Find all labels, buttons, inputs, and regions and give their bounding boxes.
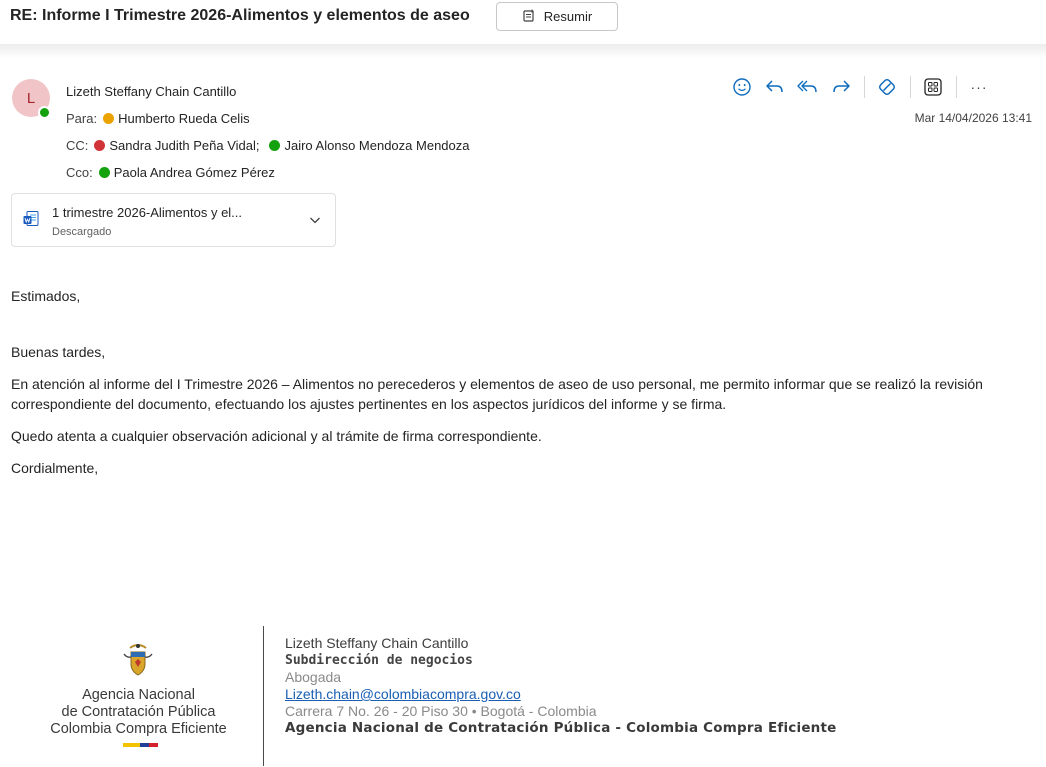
more-icon[interactable]: ··· bbox=[966, 74, 992, 100]
bcc-label: Cco: bbox=[66, 165, 93, 180]
loop-icon[interactable] bbox=[874, 74, 900, 100]
to-line: Para: Humberto Rueda Celis bbox=[66, 111, 250, 126]
summarize-button[interactable]: Resumir bbox=[496, 2, 618, 31]
message-body: Estimados, Buenas tardes, En atención al… bbox=[11, 286, 1041, 478]
signature-email-link[interactable]: Lizeth.chain@colombiacompra.gov.co bbox=[285, 686, 837, 703]
apps-icon[interactable] bbox=[920, 74, 946, 100]
reply-icon[interactable] bbox=[762, 74, 788, 100]
body-salutation: Buenas tardes, bbox=[11, 344, 106, 360]
chevron-down-icon[interactable] bbox=[307, 212, 323, 233]
presence-available-icon bbox=[98, 167, 110, 178]
body-closing: Cordialmente, bbox=[11, 460, 99, 476]
sender-name[interactable]: Lizeth Steffany Chain Cantillo bbox=[66, 84, 236, 99]
sent-date: Mar 14/04/2026 13:41 bbox=[914, 111, 1032, 125]
signature-name: Lizeth Steffany Chain Cantillo bbox=[285, 635, 469, 651]
cc-label: CC: bbox=[66, 138, 89, 153]
agency-logo-text: Agencia Nacional de Contratación Pública… bbox=[26, 687, 251, 738]
signature-address: Carrera 7 No. 26 - 20 Piso 30 • Bogotá -… bbox=[285, 703, 597, 719]
to-label: Para: bbox=[66, 111, 98, 126]
recipient-bcc[interactable]: Paola Andrea Gómez Pérez bbox=[114, 165, 275, 180]
recipient-to[interactable]: Humberto Rueda Celis bbox=[118, 111, 250, 126]
summarize-label: Resumir bbox=[543, 9, 593, 24]
logo-line: Colombia Compra Eficiente bbox=[50, 721, 227, 737]
header-divider bbox=[0, 44, 1046, 58]
email-subject: RE: Informe I Trimestre 2026-Alimentos y… bbox=[10, 7, 470, 24]
reply-all-icon[interactable] bbox=[795, 74, 821, 100]
summarize-icon bbox=[522, 8, 536, 25]
body-greeting: Estimados, bbox=[11, 288, 81, 304]
flag-stripe bbox=[123, 743, 158, 747]
forward-icon[interactable] bbox=[828, 74, 854, 100]
signature-department: Subdirección de negocios bbox=[285, 653, 473, 668]
toolbar-divider bbox=[910, 76, 911, 98]
body-paragraph: En atención al informe del I Trimestre 2… bbox=[11, 376, 983, 412]
presence-busy-icon bbox=[94, 140, 106, 151]
body-paragraph: Quedo atenta a cualquier observación adi… bbox=[11, 428, 542, 444]
logo-line: de Contratación Pública bbox=[61, 704, 216, 720]
emoji-icon[interactable] bbox=[729, 74, 755, 100]
coat-of-arms-icon bbox=[118, 640, 158, 685]
signature-divider bbox=[263, 626, 264, 766]
recipient-cc[interactable]: Jairo Alonso Mendoza Mendoza bbox=[284, 138, 469, 153]
presence-available-icon bbox=[269, 140, 281, 151]
presence-away-icon bbox=[103, 113, 115, 124]
signature-role: Abogada bbox=[285, 669, 342, 685]
presence-available-icon bbox=[38, 106, 51, 119]
bcc-line: Cco: Paola Andrea Gómez Pérez bbox=[66, 165, 275, 180]
cc-line: CC: Sandra Judith Peña Vidal; Jairo Alon… bbox=[66, 138, 470, 153]
toolbar-divider bbox=[956, 76, 957, 98]
logo-line: Agencia Nacional bbox=[82, 687, 195, 703]
attachment-card[interactable]: 1 trimestre 2026-Alimentos y el... Desca… bbox=[11, 193, 336, 247]
message-toolbar: ··· bbox=[729, 74, 999, 100]
recipient-cc[interactable]: Sandra Judith Peña Vidal; bbox=[109, 138, 259, 153]
attachment-status: Descargado bbox=[52, 226, 112, 238]
toolbar-divider bbox=[864, 76, 865, 98]
signature-block: Lizeth Steffany Chain Cantillo Subdirecc… bbox=[285, 635, 837, 737]
signature-organization: Agencia Nacional de Contratación Pública… bbox=[285, 720, 837, 736]
word-file-icon bbox=[22, 210, 40, 233]
attachment-name: 1 trimestre 2026-Alimentos y el... bbox=[52, 205, 243, 220]
